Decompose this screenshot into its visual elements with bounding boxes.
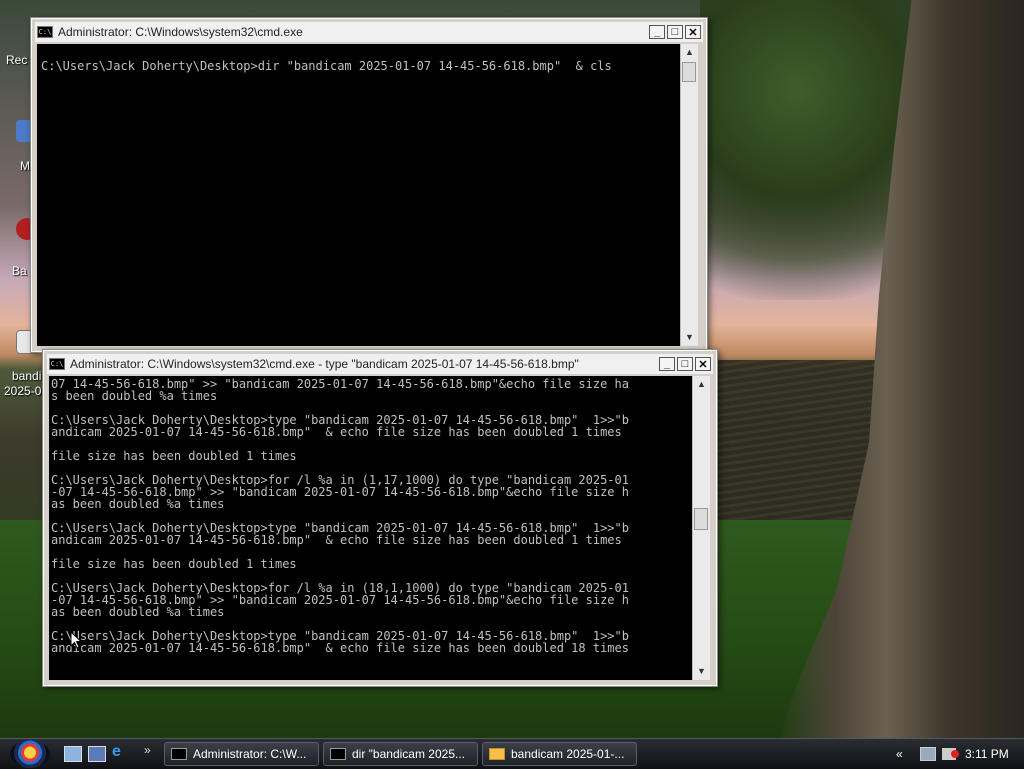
cmd-icon bbox=[171, 748, 187, 760]
minimize-button[interactable]: _ bbox=[659, 357, 675, 371]
taskbar-button-label: Administrator: C:\W... bbox=[193, 747, 307, 761]
console-line: s been doubled %a times bbox=[51, 389, 218, 403]
tray-expand-button[interactable]: « bbox=[896, 739, 903, 769]
console-line: C:\Users\Jack Doherty\Desktop>dir "bandi… bbox=[41, 59, 612, 73]
switch-windows-icon[interactable] bbox=[88, 746, 106, 762]
desktop-icon-label[interactable]: Rec bbox=[6, 53, 27, 67]
internet-explorer-icon[interactable]: e bbox=[112, 743, 128, 760]
taskbar-button-label: bandicam 2025-01-... bbox=[511, 747, 625, 761]
desktop-icon-label[interactable]: M bbox=[20, 159, 30, 173]
show-desktop-icon[interactable] bbox=[64, 746, 82, 762]
console-output[interactable]: C:\Users\Jack Doherty\Desktop>dir "bandi… bbox=[37, 44, 680, 346]
title-bar[interactable]: C:\ Administrator: C:\Windows\system32\c… bbox=[35, 22, 703, 42]
vertical-scrollbar[interactable]: ▲ ▼ bbox=[692, 376, 710, 680]
cmd-icon: C:\ bbox=[49, 358, 65, 370]
desktop-icon-label[interactable]: 2025-0 bbox=[4, 384, 41, 398]
quicklaunch-more-icon[interactable]: » bbox=[144, 743, 160, 757]
clock-time: 3:11 PM bbox=[965, 747, 1009, 761]
scroll-down-icon[interactable]: ▼ bbox=[681, 329, 698, 346]
window-title: Administrator: C:\Windows\system32\cmd.e… bbox=[70, 357, 579, 371]
cmd-icon: C:\ bbox=[37, 26, 53, 38]
taskbar: e » Administrator: C:\W... dir "bandicam… bbox=[0, 738, 1024, 769]
scroll-down-icon[interactable]: ▼ bbox=[693, 663, 710, 680]
system-tray bbox=[920, 739, 962, 769]
taskbar-button-label: dir "bandicam 2025... bbox=[352, 747, 465, 761]
maximize-button[interactable]: □ bbox=[677, 357, 693, 371]
taskbar-button-cmd-2[interactable]: dir "bandicam 2025... bbox=[323, 742, 478, 766]
close-button[interactable]: ✕ bbox=[695, 357, 711, 371]
desktop-icon-label[interactable]: Ba bbox=[12, 264, 27, 278]
desktop-icon-label[interactable]: bandi bbox=[12, 369, 41, 383]
minimize-button[interactable]: _ bbox=[649, 25, 665, 39]
taskbar-button-cmd-1[interactable]: Administrator: C:\W... bbox=[164, 742, 319, 766]
scroll-up-icon[interactable]: ▲ bbox=[681, 44, 698, 61]
console-line: file size has been doubled 1 times bbox=[51, 557, 297, 571]
console-line: as been doubled %a times bbox=[51, 605, 225, 619]
console-line: andicam 2025-01-07 14-45-56-618.bmp" & e… bbox=[51, 533, 622, 547]
title-bar[interactable]: C:\ Administrator: C:\Windows\system32\c… bbox=[47, 354, 713, 374]
scroll-thumb[interactable] bbox=[694, 508, 708, 530]
scroll-up-icon[interactable]: ▲ bbox=[693, 376, 710, 393]
chevron-left-icon[interactable]: « bbox=[896, 747, 903, 761]
clock[interactable]: 3:11 PM bbox=[965, 739, 1009, 769]
maximize-button[interactable]: □ bbox=[667, 25, 683, 39]
taskbar-button-paint[interactable]: bandicam 2025-01-... bbox=[482, 742, 637, 766]
vertical-scrollbar[interactable]: ▲ ▼ bbox=[680, 44, 698, 346]
cmd-window-1[interactable]: C:\ Administrator: C:\Windows\system32\c… bbox=[30, 17, 708, 353]
scroll-thumb[interactable] bbox=[682, 62, 696, 82]
console-line: andicam 2025-01-07 14-45-56-618.bmp" & e… bbox=[51, 425, 622, 439]
mouse-cursor-icon bbox=[70, 631, 82, 649]
close-button[interactable]: ✕ bbox=[685, 25, 701, 39]
console-line: as been doubled %a times bbox=[51, 497, 225, 511]
volume-muted-icon[interactable] bbox=[942, 748, 959, 760]
window-title: Administrator: C:\Windows\system32\cmd.e… bbox=[58, 25, 303, 39]
console-output[interactable]: 07 14-45-56-618.bmp" >> "bandicam 2025-0… bbox=[49, 376, 692, 680]
console-line: andicam 2025-01-07 14-45-56-618.bmp" & e… bbox=[51, 641, 629, 655]
console-line: file size has been doubled 1 times bbox=[51, 449, 297, 463]
cmd-window-2[interactable]: C:\ Administrator: C:\Windows\system32\c… bbox=[42, 349, 718, 687]
cmd-icon bbox=[330, 748, 346, 760]
network-icon[interactable] bbox=[920, 747, 936, 761]
start-button[interactable] bbox=[10, 740, 50, 768]
paint-icon bbox=[489, 748, 505, 760]
